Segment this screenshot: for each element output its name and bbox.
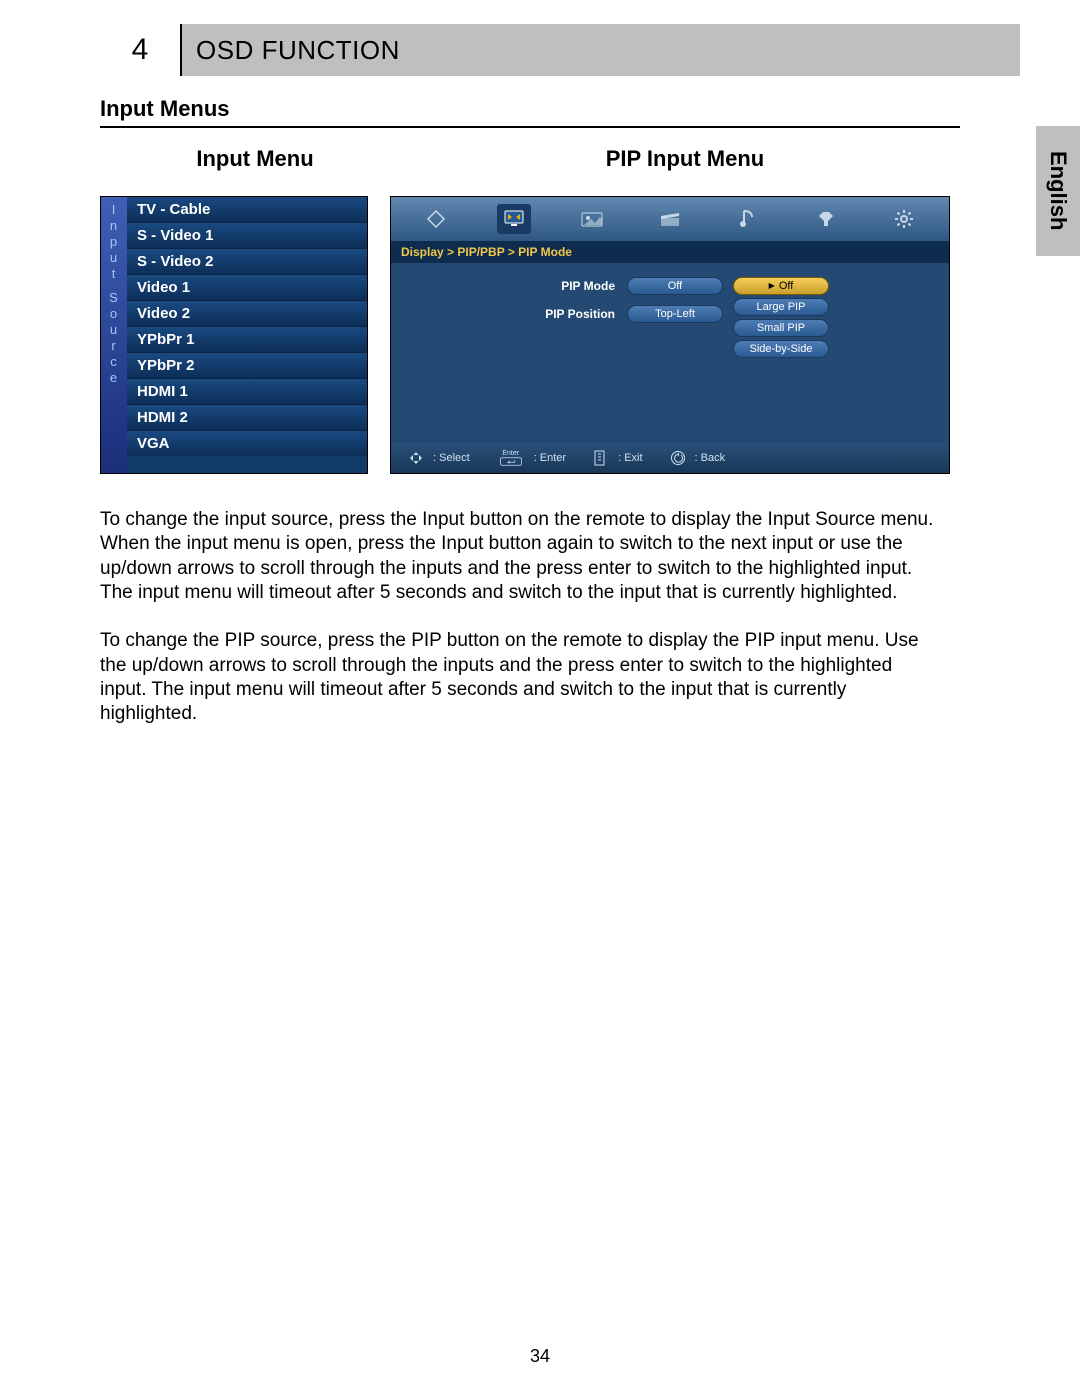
language-tab: English [1036, 126, 1080, 256]
input-item[interactable]: YPbPr 2 [127, 353, 367, 379]
pip-position-value[interactable]: Top-Left [627, 305, 723, 323]
pip-position-row: PIP Position Top-Left [403, 305, 723, 323]
footer-select: : Select [405, 450, 470, 466]
paragraph-2: To change the PIP source, press the PIP … [100, 629, 940, 726]
language-label: English [1045, 151, 1071, 230]
movie-icon[interactable] [653, 204, 687, 234]
pip-option[interactable]: Side-by-Side [733, 340, 829, 358]
chapter-number: 4 [100, 24, 182, 76]
dpad-icon [405, 450, 427, 466]
setup-icon[interactable] [809, 204, 843, 234]
footer-enter: Enter : Enter [494, 450, 566, 466]
pip-mode-options: Off Large PIP Small PIP Side-by-Side [733, 277, 853, 427]
page-number: 34 [0, 1346, 1080, 1367]
pip-osd-menu: Display > PIP/PBP > PIP Mode PIP Mode Of… [390, 196, 950, 474]
input-item[interactable]: S - Video 2 [127, 249, 367, 275]
pip-position-label: PIP Position [475, 307, 615, 321]
heading-pip-input-menu: PIP Input Menu [410, 146, 960, 172]
section-title: Input Menus [100, 96, 1020, 122]
heading-input-menu: Input Menu [100, 146, 410, 172]
footer-exit: : Exit [590, 450, 642, 466]
input-source-list: TV - Cable S - Video 1 S - Video 2 Video… [127, 197, 367, 473]
pip-option-selected[interactable]: Off [733, 277, 829, 295]
input-item[interactable]: Video 2 [127, 301, 367, 327]
paragraph-1: To change the input source, press the In… [100, 508, 940, 605]
pip-mode-row: PIP Mode Off [403, 277, 723, 295]
pip-footer-bar: : Select Enter : Enter : Exit [391, 443, 949, 473]
pip-mode-label: PIP Mode [475, 279, 615, 293]
input-item[interactable]: HDMI 1 [127, 379, 367, 405]
enter-key-icon: Enter [494, 450, 528, 466]
input-item[interactable]: TV - Cable [127, 197, 367, 223]
settings-gear-icon[interactable] [887, 204, 921, 234]
footer-back: : Back [667, 450, 726, 466]
pip-breadcrumb: Display > PIP/PBP > PIP Mode [391, 241, 949, 263]
chapter-header: 4 OSD FUNCTION [100, 24, 1020, 76]
audio-icon[interactable] [731, 204, 765, 234]
input-source-menu: Input Source TV - Cable S - Video 1 S - … [100, 196, 368, 474]
input-item[interactable]: Video 1 [127, 275, 367, 301]
picture-icon[interactable] [575, 204, 609, 234]
input-item[interactable]: VGA [127, 431, 367, 456]
chapter-title: OSD FUNCTION [182, 24, 400, 76]
pip-icon-bar [391, 197, 949, 241]
input-source-rail-label: Input Source [101, 197, 127, 473]
section-divider [100, 126, 960, 128]
back-icon [667, 450, 689, 466]
display-icon[interactable] [497, 204, 531, 234]
exit-icon [590, 450, 612, 466]
input-item[interactable]: YPbPr 1 [127, 327, 367, 353]
input-item[interactable]: HDMI 2 [127, 405, 367, 431]
nav-arrow-icon[interactable] [419, 204, 453, 234]
pip-option[interactable]: Large PIP [733, 298, 829, 316]
pip-option[interactable]: Small PIP [733, 319, 829, 337]
input-item[interactable]: S - Video 1 [127, 223, 367, 249]
pip-mode-value[interactable]: Off [627, 277, 723, 295]
